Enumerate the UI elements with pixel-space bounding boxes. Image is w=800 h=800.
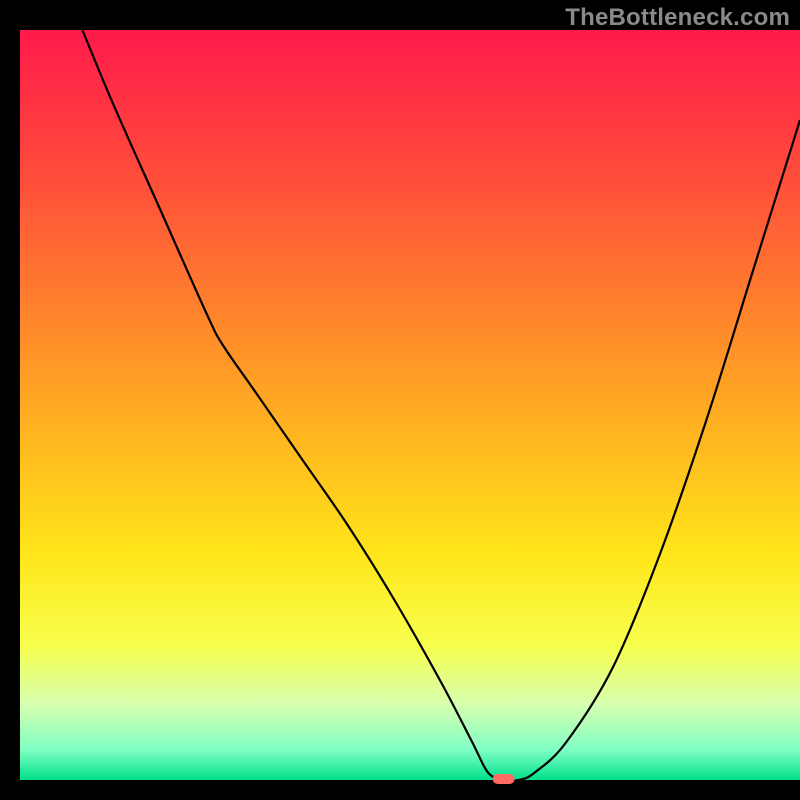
- bottleneck-chart: [0, 0, 800, 800]
- frame-left: [0, 0, 20, 800]
- plot-area: [20, 30, 800, 780]
- optimal-marker: [493, 774, 515, 784]
- watermark-text: TheBottleneck.com: [565, 4, 790, 32]
- frame-bottom: [0, 780, 800, 800]
- chart-container: TheBottleneck.com: [0, 0, 800, 800]
